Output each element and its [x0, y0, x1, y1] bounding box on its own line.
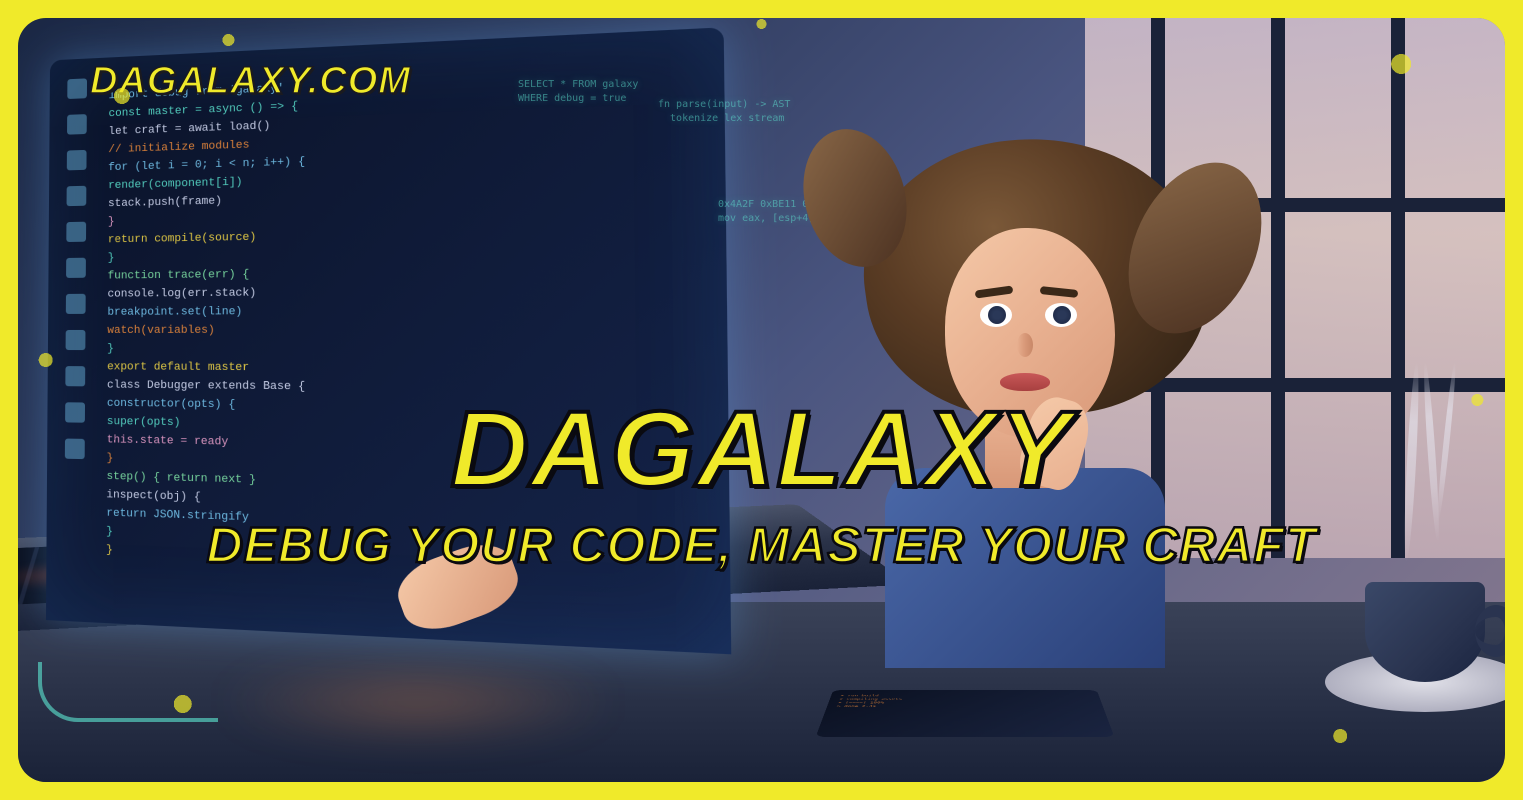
tablet-device: > run build > compiling assets > [====] … — [816, 690, 1115, 737]
tagline: DEBUG YOUR CODE, MASTER YOUR CRAFT — [18, 516, 1505, 574]
hologram-code-3: SELECT * FROM galaxy WHERE debug = true — [518, 78, 638, 106]
hero-banner-frame: import debug from 'galaxy' const master … — [18, 18, 1505, 782]
brand-title: DAGALAXY — [18, 386, 1505, 511]
site-url: DAGALAXY.COM — [90, 60, 411, 103]
cable-decoration — [38, 662, 218, 722]
hologram-code-1: fn parse(input) -> AST tokenize lex stre… — [658, 98, 790, 126]
